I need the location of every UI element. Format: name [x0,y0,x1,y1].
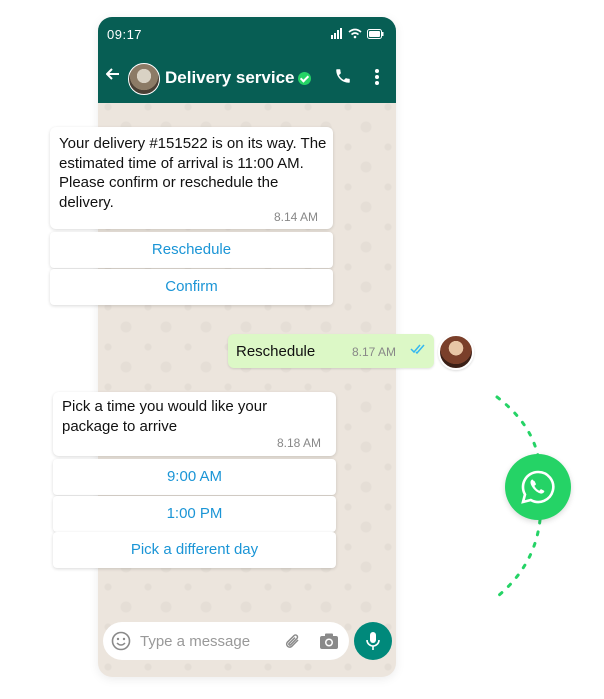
outgoing-message: Reschedule 8.17 AM [228,334,434,368]
incoming-message: Pick a time you would like your package … [53,392,336,456]
message-time: 8.14 AM [274,210,319,224]
confirm-button[interactable]: Confirm [50,269,333,305]
time-9am-button[interactable]: 9:00 AM [53,459,336,495]
message-time: 8.17 AM [352,345,397,359]
time-1pm-button[interactable]: 1:00 PM [53,496,336,532]
pick-different-day-button[interactable]: Pick a different day [53,532,336,568]
whatsapp-logo-icon [505,454,571,520]
status-time: 09:17 [107,27,143,42]
message-text: Reschedule [236,343,316,360]
double-check-icon [410,344,425,354]
reschedule-button[interactable]: Reschedule [50,232,333,268]
wifi-icon [348,28,362,39]
back-arrow-icon[interactable] [106,67,120,81]
emoji-icon[interactable] [111,631,131,651]
status-icons [331,28,384,39]
contact-avatar[interactable] [128,63,160,95]
microphone-button[interactable] [354,622,392,660]
attachment-icon[interactable] [283,632,303,652]
verified-badge-icon [298,72,311,85]
call-icon[interactable] [334,67,352,85]
message-text: Your delivery #151522 is on its way. The… [59,135,327,211]
status-bar: 09:17 [98,17,396,54]
message-input-placeholder[interactable]: Type a message [140,633,250,650]
more-options-icon[interactable] [374,68,380,86]
user-avatar [438,334,474,370]
camera-icon[interactable] [319,632,339,650]
chat-title[interactable]: Delivery service [165,68,295,88]
chat-header: Delivery service [98,54,396,103]
signal-icon [331,28,342,39]
message-text: Pick a time you would like your package … [62,398,268,435]
message-time: 8.18 AM [277,436,322,450]
battery-icon [367,28,384,39]
microphone-icon [366,632,380,650]
message-composer[interactable]: Type a message [103,622,349,660]
incoming-message: Your delivery #151522 is on its way. The… [50,127,333,229]
